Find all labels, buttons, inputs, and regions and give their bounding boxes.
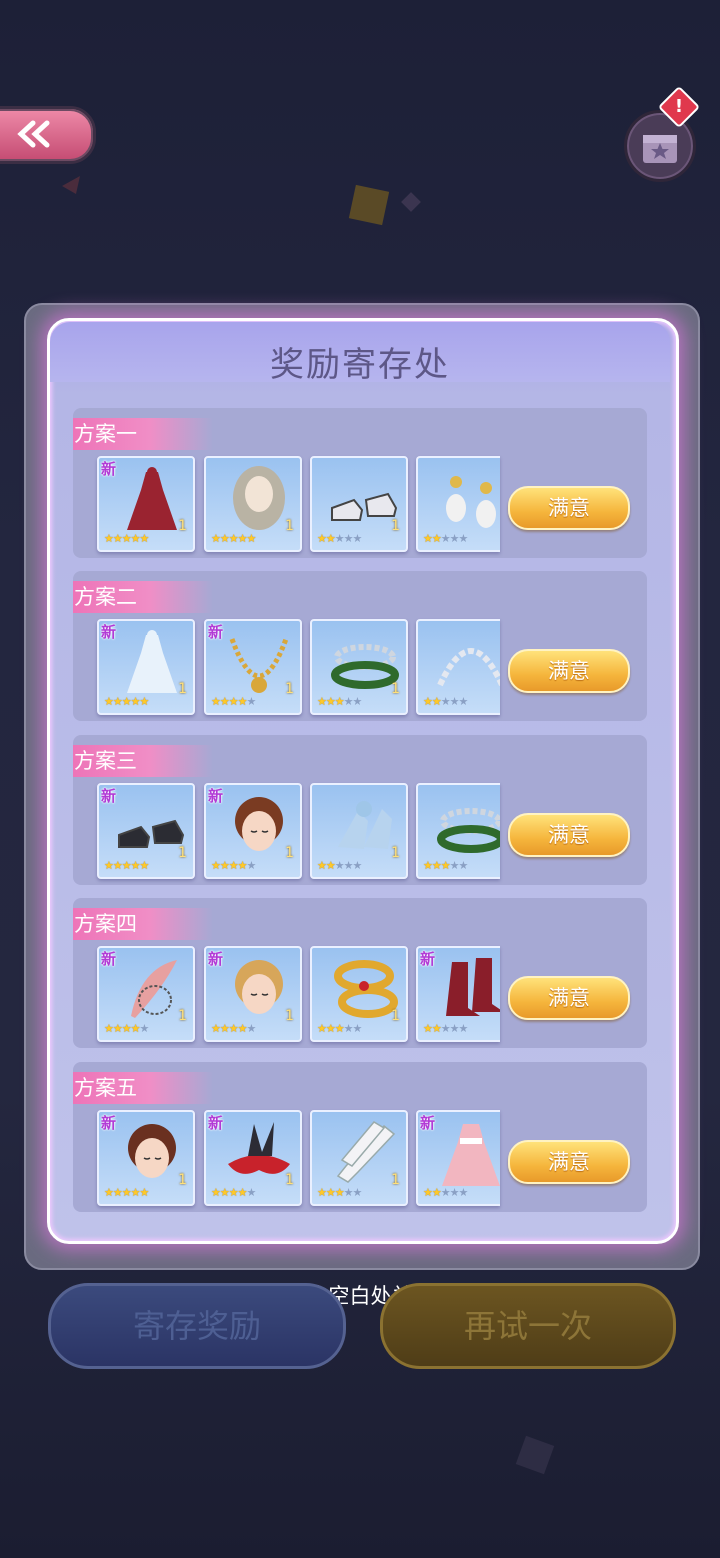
satisfied-button[interactable]: 满意 — [508, 486, 630, 530]
star-rating: ★★★★★ — [423, 1186, 468, 1199]
item-count: 1 — [178, 845, 187, 861]
item-tile-bracelet[interactable]: ★★★★★ — [416, 783, 500, 879]
star-rating: ★★★★★ — [211, 1186, 256, 1199]
item-count: 1 — [391, 681, 400, 697]
item-tile-dress[interactable]: 新 ★★★★★ 1 — [97, 456, 195, 552]
item-tile-heels[interactable]: ★★★★★ 1 — [310, 783, 408, 879]
star-rating: ★★★★★ — [317, 532, 362, 545]
plan-label: 方案一 — [74, 422, 137, 446]
double-chevron-left-icon — [17, 120, 50, 148]
item-tile-rings[interactable]: ★★★★★ 1 — [310, 946, 408, 1042]
item-tile-headband[interactable]: ★★★★★ — [416, 619, 500, 715]
star-rating: ★★★★★ — [317, 695, 362, 708]
new-badge: 新 — [208, 787, 224, 805]
back-button[interactable] — [0, 106, 96, 164]
new-badge: 新 — [420, 950, 436, 968]
satisfied-button[interactable]: 满意 — [508, 649, 630, 693]
new-badge: 新 — [208, 1114, 224, 1132]
star-rating: ★★★★★ — [104, 859, 149, 872]
star-rating: ★★★★★ — [104, 1022, 149, 1035]
plan-label: 方案三 — [74, 749, 137, 773]
new-badge: 新 — [101, 950, 117, 968]
item-tile-shoes[interactable]: ★★★★★ 1 — [310, 456, 408, 552]
item-tile-earrings[interactable]: ★★★★★ — [416, 456, 500, 552]
plan-row: 方案五 新 ★★★★★ 1 新 ★★★★★ 1 ★★★★★ 1 新 ★★★★★ … — [73, 1062, 647, 1212]
item-tile-shoes[interactable]: 新 ★★★★★ 1 — [97, 783, 195, 879]
item-tile-necklace[interactable]: 新 ★★★★★ 1 — [204, 619, 302, 715]
item-tile-mask[interactable]: 新 ★★★★★ 1 — [204, 1110, 302, 1206]
star-rating: ★★★★★ — [211, 695, 256, 708]
star-rating: ★★★★★ — [317, 1186, 362, 1199]
star-rating: ★★★★★ — [211, 1022, 256, 1035]
plan-label-tag: 方案四 — [73, 908, 213, 940]
item-count: 1 — [391, 1172, 400, 1188]
plan-label: 方案五 — [74, 1076, 137, 1100]
headband-icon — [437, 648, 500, 687]
item-count: 1 — [178, 1172, 187, 1188]
item-count: 1 — [178, 1008, 187, 1024]
store-reward-label: 寄存奖励 — [132, 1307, 261, 1345]
item-count: 1 — [178, 681, 187, 697]
item-tile-gloves[interactable]: ★★★★★ 1 — [310, 1110, 408, 1206]
retry-label: 再试一次 — [463, 1307, 592, 1345]
item-tile-boots[interactable]: 新 ★★★★★ — [416, 946, 500, 1042]
item-count: 1 — [391, 1008, 400, 1024]
new-badge: 新 — [101, 623, 117, 641]
plan-row: 方案一 新 ★★★★★ 1 ★★★★★ 1 ★★★★★ 1 ★★★★★ 满意 — [73, 408, 647, 558]
panel-title: 奖励寄存处 — [270, 345, 450, 385]
item-tile-hair[interactable]: ★★★★★ 1 — [204, 456, 302, 552]
earrings-icon — [446, 476, 496, 528]
star-rating: ★★★★★ — [423, 695, 468, 708]
item-count: 1 — [391, 518, 400, 534]
star-rating: ★★★★★ — [423, 1022, 468, 1035]
new-badge: 新 — [101, 787, 117, 805]
item-tile-face[interactable]: 新 ★★★★★ 1 — [204, 783, 302, 879]
plan-row: 方案二 新 ★★★★★ 1 新 ★★★★★ 1 ★★★★★ 1 ★★★★★ 满意 — [73, 571, 647, 721]
satisfied-button[interactable]: 满意 — [508, 976, 630, 1020]
item-count: 1 — [285, 681, 294, 697]
star-rating: ★★★★★ — [317, 859, 362, 872]
item-count: 1 — [285, 845, 294, 861]
star-rating: ★★★★★ — [423, 859, 468, 872]
plan-row: 方案三 新 ★★★★★ 1 新 ★★★★★ 1 ★★★★★ 1 ★★★★★ 满意 — [73, 735, 647, 885]
star-rating: ★★★★★ — [423, 532, 468, 545]
gown-icon — [442, 1124, 500, 1186]
plan-label: 方案四 — [74, 912, 137, 936]
star-rating: ★★★★★ — [211, 859, 256, 872]
star-rating: ★★★★★ — [104, 1186, 149, 1199]
plan-label-tag: 方案二 — [73, 581, 213, 613]
item-tile-bracelet[interactable]: ★★★★★ 1 — [310, 619, 408, 715]
new-badge: 新 — [208, 950, 224, 968]
new-badge: 新 — [101, 1114, 117, 1132]
star-rating: ★★★★★ — [104, 532, 149, 545]
star-box-icon — [643, 135, 677, 163]
plan-row: 方案四 新 ★★★★★ 1 新 ★★★★★ 1 ★★★★★ 1 新 ★★★★★ … — [73, 898, 647, 1048]
item-count: 1 — [178, 518, 187, 534]
plan-label: 方案二 — [74, 585, 137, 609]
new-badge: 新 — [101, 460, 117, 478]
item-count: 1 — [391, 845, 400, 861]
bracelet-icon — [437, 808, 500, 853]
new-badge: 新 — [208, 623, 224, 641]
satisfied-button[interactable]: 满意 — [508, 1140, 630, 1184]
item-count: 1 — [285, 1172, 294, 1188]
plan-label-tag: 方案一 — [73, 418, 213, 450]
star-rating: ★★★★★ — [104, 695, 149, 708]
boots-icon — [446, 958, 500, 1016]
item-tile-feather[interactable]: 新 ★★★★★ 1 — [97, 946, 195, 1042]
new-badge: 新 — [420, 1114, 436, 1132]
item-tile-face[interactable]: 新 ★★★★★ 1 — [204, 946, 302, 1042]
star-rating: ★★★★★ — [211, 532, 256, 545]
item-tile-gown[interactable]: 新 ★★★★★ — [416, 1110, 500, 1206]
item-tile-dress[interactable]: 新 ★★★★★ 1 — [97, 619, 195, 715]
star-rating: ★★★★★ — [317, 1022, 362, 1035]
store-reward-button[interactable]: 寄存奖励 — [48, 1283, 346, 1369]
item-count: 1 — [285, 518, 294, 534]
item-count: 1 — [285, 1008, 294, 1024]
plan-label-tag: 方案五 — [73, 1072, 213, 1104]
plan-label-tag: 方案三 — [73, 745, 213, 777]
satisfied-button[interactable]: 满意 — [508, 813, 630, 857]
retry-button[interactable]: 再试一次 — [380, 1283, 676, 1369]
item-tile-face[interactable]: 新 ★★★★★ 1 — [97, 1110, 195, 1206]
